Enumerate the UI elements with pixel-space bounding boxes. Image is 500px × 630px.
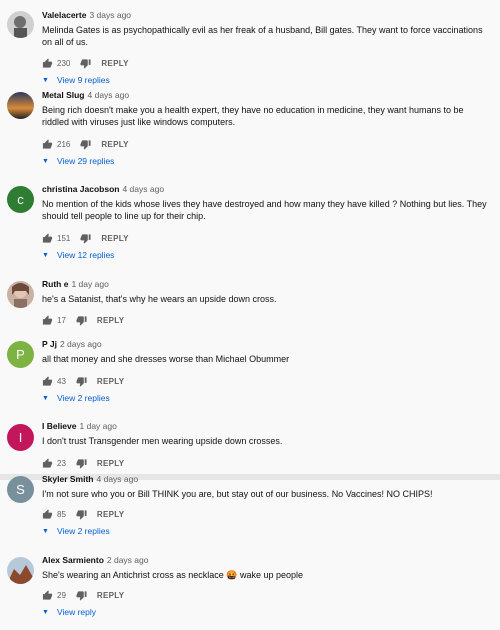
author-name[interactable]: Metal Slug	[42, 90, 85, 100]
comment-text: he's a Satanist, that's why he wears an …	[42, 294, 277, 304]
user-photo-icon	[7, 11, 34, 38]
avatar[interactable]	[7, 281, 34, 308]
avatar[interactable]	[7, 92, 34, 119]
thumbs-up-icon[interactable]	[42, 138, 53, 150]
like-count: 23	[57, 458, 66, 468]
view-replies-button[interactable]: ▼ View 2 replies	[42, 393, 110, 403]
view-replies-button[interactable]: ▼ View 9 replies	[42, 75, 110, 85]
avatar[interactable]: I	[7, 424, 34, 451]
comment-text: I don't trust Transgender men wearing up…	[42, 436, 283, 446]
timestamp[interactable]: 4 days ago	[88, 90, 130, 100]
timestamp[interactable]: 4 days ago	[97, 474, 139, 484]
like-count: 85	[57, 509, 66, 519]
reply-button[interactable]: REPLY	[101, 234, 128, 243]
comment-text: Melinda Gates is as psychopathically evi…	[42, 25, 483, 47]
thumbs-down-icon[interactable]	[80, 233, 91, 244]
reply-button[interactable]: REPLY	[97, 316, 124, 325]
timestamp[interactable]: 1 day ago	[71, 279, 108, 289]
avatar-letter: P	[16, 347, 25, 362]
reply-button[interactable]: REPLY	[97, 510, 124, 519]
user-photo-icon	[7, 557, 34, 584]
caret-down-icon: ▼	[42, 608, 49, 616]
author-name[interactable]: Alex Sarmiento	[42, 555, 104, 565]
author-name[interactable]: Valelacerte	[42, 10, 86, 20]
caret-down-icon: ▼	[42, 157, 49, 165]
comment-text: She's wearing an Antichrist cross as nec…	[42, 570, 304, 580]
reply-button[interactable]: REPLY	[97, 377, 124, 386]
author-name[interactable]: P Jj	[42, 339, 57, 349]
view-replies-button[interactable]: ▼ View reply	[42, 607, 96, 617]
comment-text: all that money and she dresses worse tha…	[42, 354, 290, 364]
view-replies-label: View 9 replies	[56, 75, 110, 85]
reply-button[interactable]: REPLY	[101, 59, 128, 68]
thumbs-down-icon[interactable]	[80, 139, 91, 150]
sunset-photo-icon	[7, 92, 34, 119]
thumbs-down-icon[interactable]	[76, 509, 87, 520]
avatar[interactable]: c	[7, 186, 34, 213]
author-name[interactable]: I Believe	[42, 421, 77, 431]
thumbs-down-icon[interactable]	[76, 315, 87, 326]
caret-down-icon: ▼	[42, 394, 49, 402]
avatar-letter: I	[18, 430, 23, 445]
view-replies-label: View 12 replies	[56, 250, 115, 260]
like-count: 29	[57, 590, 66, 600]
reply-button[interactable]: REPLY	[97, 459, 124, 468]
view-replies-button[interactable]: ▼ View 29 replies	[42, 156, 114, 166]
avatar[interactable]	[7, 557, 34, 584]
thumbs-down-icon[interactable]	[76, 376, 87, 387]
caret-down-icon: ▼	[42, 527, 49, 535]
view-replies-button[interactable]: ▼ View 12 replies	[42, 250, 114, 260]
author-name[interactable]: Ruth e	[42, 279, 68, 289]
comment-text: Being rich doesn't make you a health exp…	[42, 105, 464, 127]
like-count: 151	[57, 233, 71, 243]
view-replies-button[interactable]: ▼ View 2 replies	[42, 526, 110, 536]
avatar[interactable]: P	[7, 341, 34, 368]
avatar[interactable]	[7, 11, 34, 38]
like-count: 43	[57, 376, 66, 386]
timestamp[interactable]: 1 day ago	[80, 421, 117, 431]
view-replies-label: View 29 replies	[56, 156, 115, 166]
thumbs-up-icon[interactable]	[42, 232, 53, 244]
caret-down-icon: ▼	[42, 76, 49, 84]
avatar[interactable]: S	[7, 476, 34, 503]
timestamp[interactable]: 3 days ago	[89, 10, 131, 20]
timestamp[interactable]: 2 days ago	[107, 555, 149, 565]
author-name[interactable]: christina Jacobson	[42, 184, 119, 194]
thumbs-up-icon[interactable]	[42, 589, 53, 601]
reply-button[interactable]: REPLY	[97, 591, 124, 600]
thumbs-up-icon[interactable]	[42, 57, 53, 69]
author-name[interactable]: Skyler Smith	[42, 474, 94, 484]
thumbs-up-icon[interactable]	[42, 314, 53, 326]
like-count: 230	[57, 58, 71, 68]
thumbs-down-icon[interactable]	[76, 590, 87, 601]
avatar-letter: c	[17, 192, 24, 207]
comment-text: I'm not sure who you or Bill THINK you a…	[42, 489, 433, 499]
view-replies-label: View 2 replies	[56, 393, 110, 403]
thumbs-up-icon[interactable]	[42, 457, 53, 469]
like-count: 216	[57, 139, 71, 149]
user-photo-icon	[7, 281, 34, 308]
timestamp[interactable]: 2 days ago	[60, 339, 102, 349]
thumbs-down-icon[interactable]	[80, 58, 91, 69]
caret-down-icon: ▼	[42, 251, 49, 259]
comment-text: No mention of the kids whose lives they …	[42, 199, 487, 221]
like-count: 17	[57, 315, 66, 325]
reply-button[interactable]: REPLY	[101, 140, 128, 149]
thumbs-up-icon[interactable]	[42, 375, 53, 387]
view-replies-label: View reply	[56, 607, 96, 617]
view-replies-label: View 2 replies	[56, 526, 110, 536]
thumbs-down-icon[interactable]	[76, 458, 87, 469]
avatar-letter: S	[16, 482, 25, 497]
timestamp[interactable]: 4 days ago	[122, 184, 164, 194]
thumbs-up-icon[interactable]	[42, 508, 53, 520]
